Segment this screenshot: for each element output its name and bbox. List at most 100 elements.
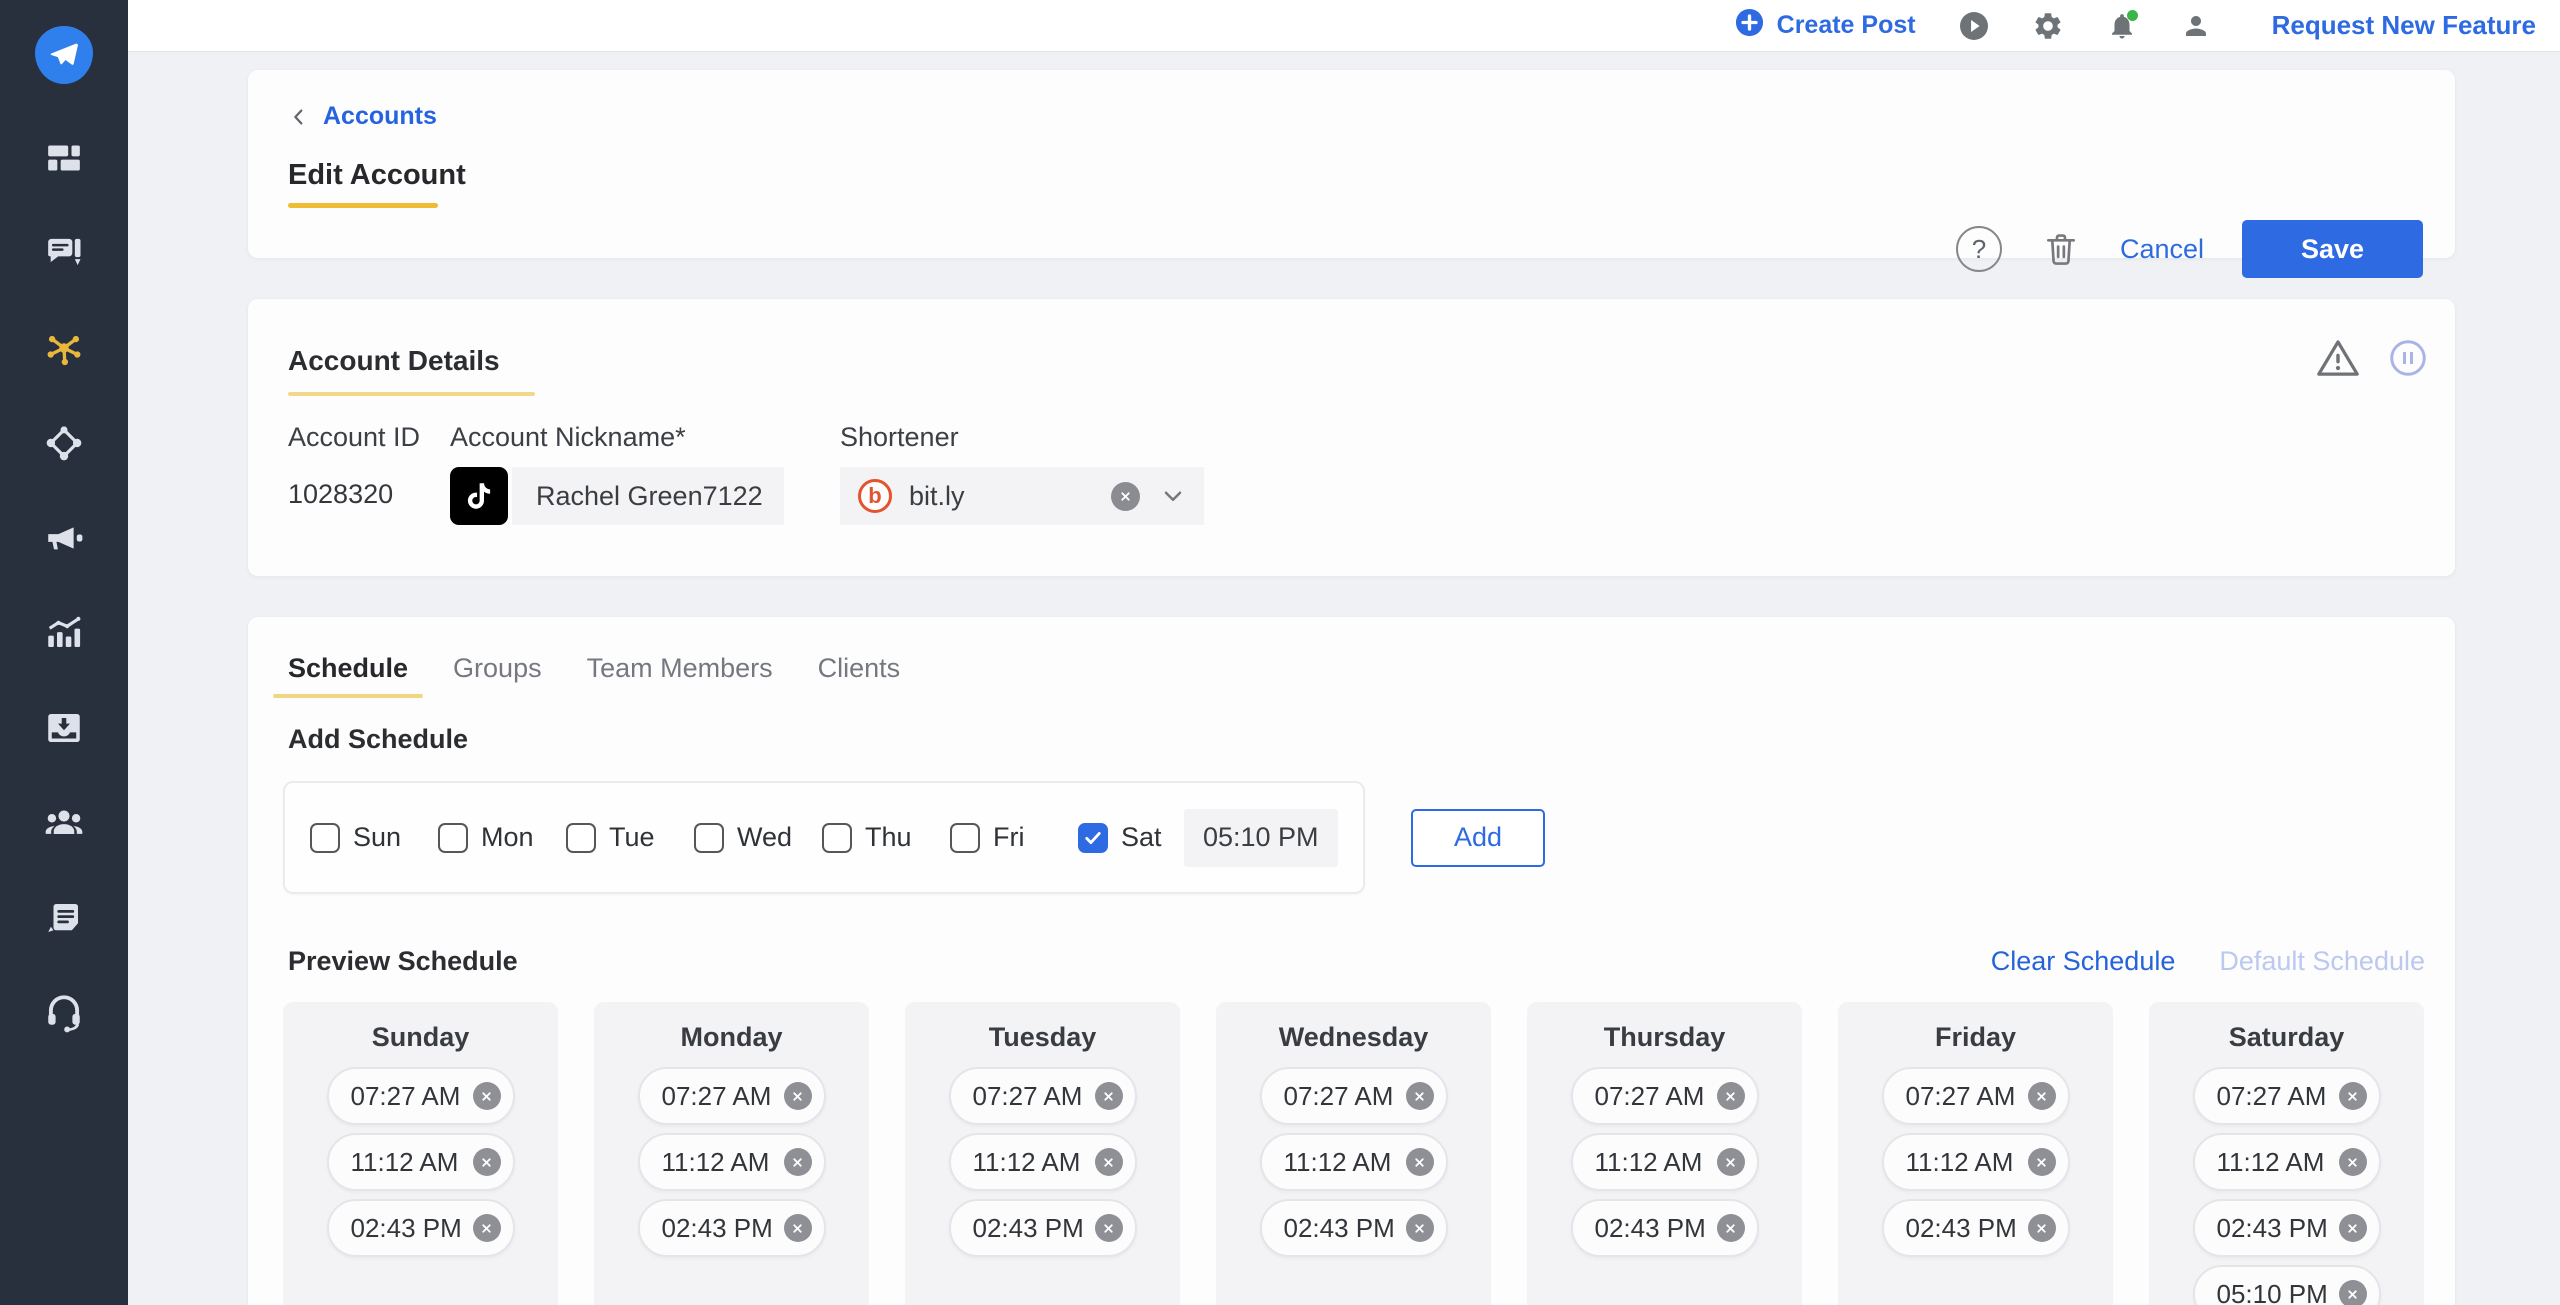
pause-circle-icon[interactable]	[2387, 337, 2429, 384]
create-post-label: Create Post	[1776, 11, 1916, 39]
time-slot-chip: 07:27 AM	[326, 1067, 515, 1125]
tab-clients[interactable]: Clients	[818, 647, 901, 698]
content-icon[interactable]	[42, 896, 86, 940]
breadcrumb[interactable]: Accounts	[288, 102, 437, 131]
day-checkbox[interactable]	[438, 822, 468, 853]
schedule-card: Schedule Groups Team Members Clients Add Sc…	[248, 617, 2455, 1305]
remove-time-icon[interactable]	[2338, 1214, 2367, 1242]
day-checkbox-sun[interactable]: Sun	[310, 822, 438, 853]
schedule-column-wednesday: Wednesday 07:27 AM 11:12 AM 02:43 PM	[1216, 1002, 1491, 1305]
remove-time-icon[interactable]	[783, 1082, 812, 1110]
user-icon[interactable]	[2180, 10, 2212, 42]
bell-icon[interactable]	[2106, 9, 2138, 42]
remove-time-icon[interactable]	[1094, 1148, 1123, 1176]
remove-time-icon[interactable]	[1405, 1148, 1434, 1176]
day-checkbox[interactable]	[822, 822, 852, 853]
account-nickname-input[interactable]	[512, 467, 784, 525]
tab-team-members[interactable]: Team Members	[587, 647, 773, 698]
tab-schedule[interactable]: Schedule	[272, 647, 424, 698]
active-title-underline	[288, 203, 438, 208]
breadcrumb-accounts-link[interactable]: Accounts	[323, 102, 437, 131]
save-button[interactable]: Save	[2242, 220, 2423, 278]
posts-icon[interactable]	[42, 231, 86, 275]
schedule-tabs: Schedule Groups Team Members Clients	[272, 647, 2455, 698]
clear-schedule-link[interactable]: Clear Schedule	[1991, 946, 2176, 977]
day-checkbox-mon[interactable]: Mon	[438, 822, 566, 853]
schedule-column-thursday: Thursday 07:27 AM 11:12 AM 02:43 PM	[1527, 1002, 1802, 1305]
day-checkbox[interactable]	[1078, 822, 1108, 853]
accounts-network-icon[interactable]	[42, 326, 86, 370]
team-icon[interactable]	[42, 801, 86, 845]
logo-paper-plane-icon[interactable]	[35, 26, 93, 84]
day-checkbox[interactable]	[566, 822, 596, 853]
day-column-title: Friday	[1934, 1022, 2017, 1052]
inbox-icon[interactable]	[42, 706, 86, 750]
remove-time-icon[interactable]	[472, 1148, 501, 1176]
remove-time-icon[interactable]	[783, 1148, 812, 1176]
time-slot-chip: 07:27 AM	[1570, 1067, 1759, 1125]
create-post-button[interactable]: Create Post	[1734, 7, 1916, 45]
remove-time-icon[interactable]	[472, 1214, 501, 1242]
remove-time-icon[interactable]	[2338, 1280, 2367, 1305]
shortener-select[interactable]: b bit.ly	[840, 467, 1204, 525]
day-checkbox-wed[interactable]: Wed	[694, 822, 822, 853]
analytics-icon[interactable]	[42, 611, 86, 655]
time-slot-chip: 07:27 AM	[2192, 1067, 2381, 1125]
support-headset-icon[interactable]	[42, 991, 86, 1035]
day-checkbox[interactable]	[694, 822, 724, 853]
shortener-label: Shortener	[840, 422, 959, 452]
promote-megaphone-icon[interactable]	[42, 516, 86, 560]
account-details-heading: Account Details	[288, 345, 500, 376]
default-schedule-link[interactable]: Default Schedule	[2219, 946, 2425, 977]
remove-time-icon[interactable]	[1094, 1214, 1123, 1242]
gear-icon[interactable]	[2032, 10, 2064, 42]
remove-time-icon[interactable]	[1716, 1148, 1745, 1176]
time-input[interactable]: 05:10 PM	[1183, 808, 1338, 867]
time-slot-chip: 11:12 AM	[1570, 1133, 1759, 1191]
page-title: Edit Account	[288, 159, 466, 191]
help-icon[interactable]: ?	[1955, 226, 2002, 272]
day-checkbox-thu[interactable]: Thu	[822, 822, 950, 853]
day-checkbox-tue[interactable]: Tue	[566, 822, 694, 853]
remove-time-icon[interactable]	[2027, 1214, 2056, 1242]
day-checkbox[interactable]	[950, 822, 980, 853]
groups-diamond-icon[interactable]	[42, 421, 86, 465]
remove-time-icon[interactable]	[1094, 1082, 1123, 1110]
time-slot-chip: 02:43 PM	[1259, 1199, 1448, 1257]
remove-time-icon[interactable]	[1716, 1082, 1745, 1110]
account-nickname-label: Account Nickname*	[450, 422, 686, 452]
clear-x-icon[interactable]	[1111, 481, 1140, 511]
plus-circle-icon	[1734, 7, 1765, 45]
edit-account-header-card: Accounts Edit Account ? Cancel Save	[248, 70, 2455, 278]
remove-time-icon[interactable]	[1405, 1082, 1434, 1110]
time-slot-chip: 07:27 AM	[637, 1067, 826, 1125]
remove-time-icon[interactable]	[783, 1214, 812, 1242]
remove-time-icon[interactable]	[1716, 1214, 1745, 1242]
time-slot-chip: 07:27 AM	[948, 1067, 1137, 1125]
warning-triangle-icon[interactable]	[2313, 335, 2363, 386]
time-slot-chip: 11:12 AM	[1259, 1133, 1448, 1191]
chevron-down-icon	[1164, 491, 1182, 502]
day-checkbox-sat[interactable]: Sat	[1078, 822, 1162, 853]
day-column-title: Thursday	[1603, 1022, 1726, 1052]
request-new-feature-link[interactable]: Request New Feature	[2272, 10, 2536, 41]
tab-groups[interactable]: Groups	[453, 647, 542, 698]
account-id-label: Account ID	[288, 422, 421, 452]
remove-time-icon[interactable]	[2338, 1148, 2367, 1176]
remove-time-icon[interactable]	[2338, 1082, 2367, 1110]
remove-time-icon[interactable]	[1405, 1214, 1434, 1242]
remove-time-icon[interactable]	[472, 1082, 501, 1110]
remove-time-icon[interactable]	[2027, 1148, 2056, 1176]
time-slot-chip: 02:43 PM	[2192, 1199, 2381, 1257]
trash-icon[interactable]	[2040, 226, 2082, 272]
dashboard-icon[interactable]	[42, 136, 86, 180]
play-circle-icon[interactable]	[1958, 10, 1990, 42]
remove-time-icon[interactable]	[2027, 1082, 2056, 1110]
schedule-column-tuesday: Tuesday 07:27 AM 11:12 AM 02:43 PM	[905, 1002, 1180, 1305]
day-checkbox-fri[interactable]: Fri	[950, 822, 1078, 853]
day-checkbox[interactable]	[310, 822, 340, 853]
account-id-value: 1028320	[288, 479, 394, 509]
add-button[interactable]: Add	[1411, 808, 1545, 867]
cancel-button[interactable]: Cancel	[2120, 234, 2204, 265]
day-column-title: Saturday	[2228, 1022, 2345, 1052]
